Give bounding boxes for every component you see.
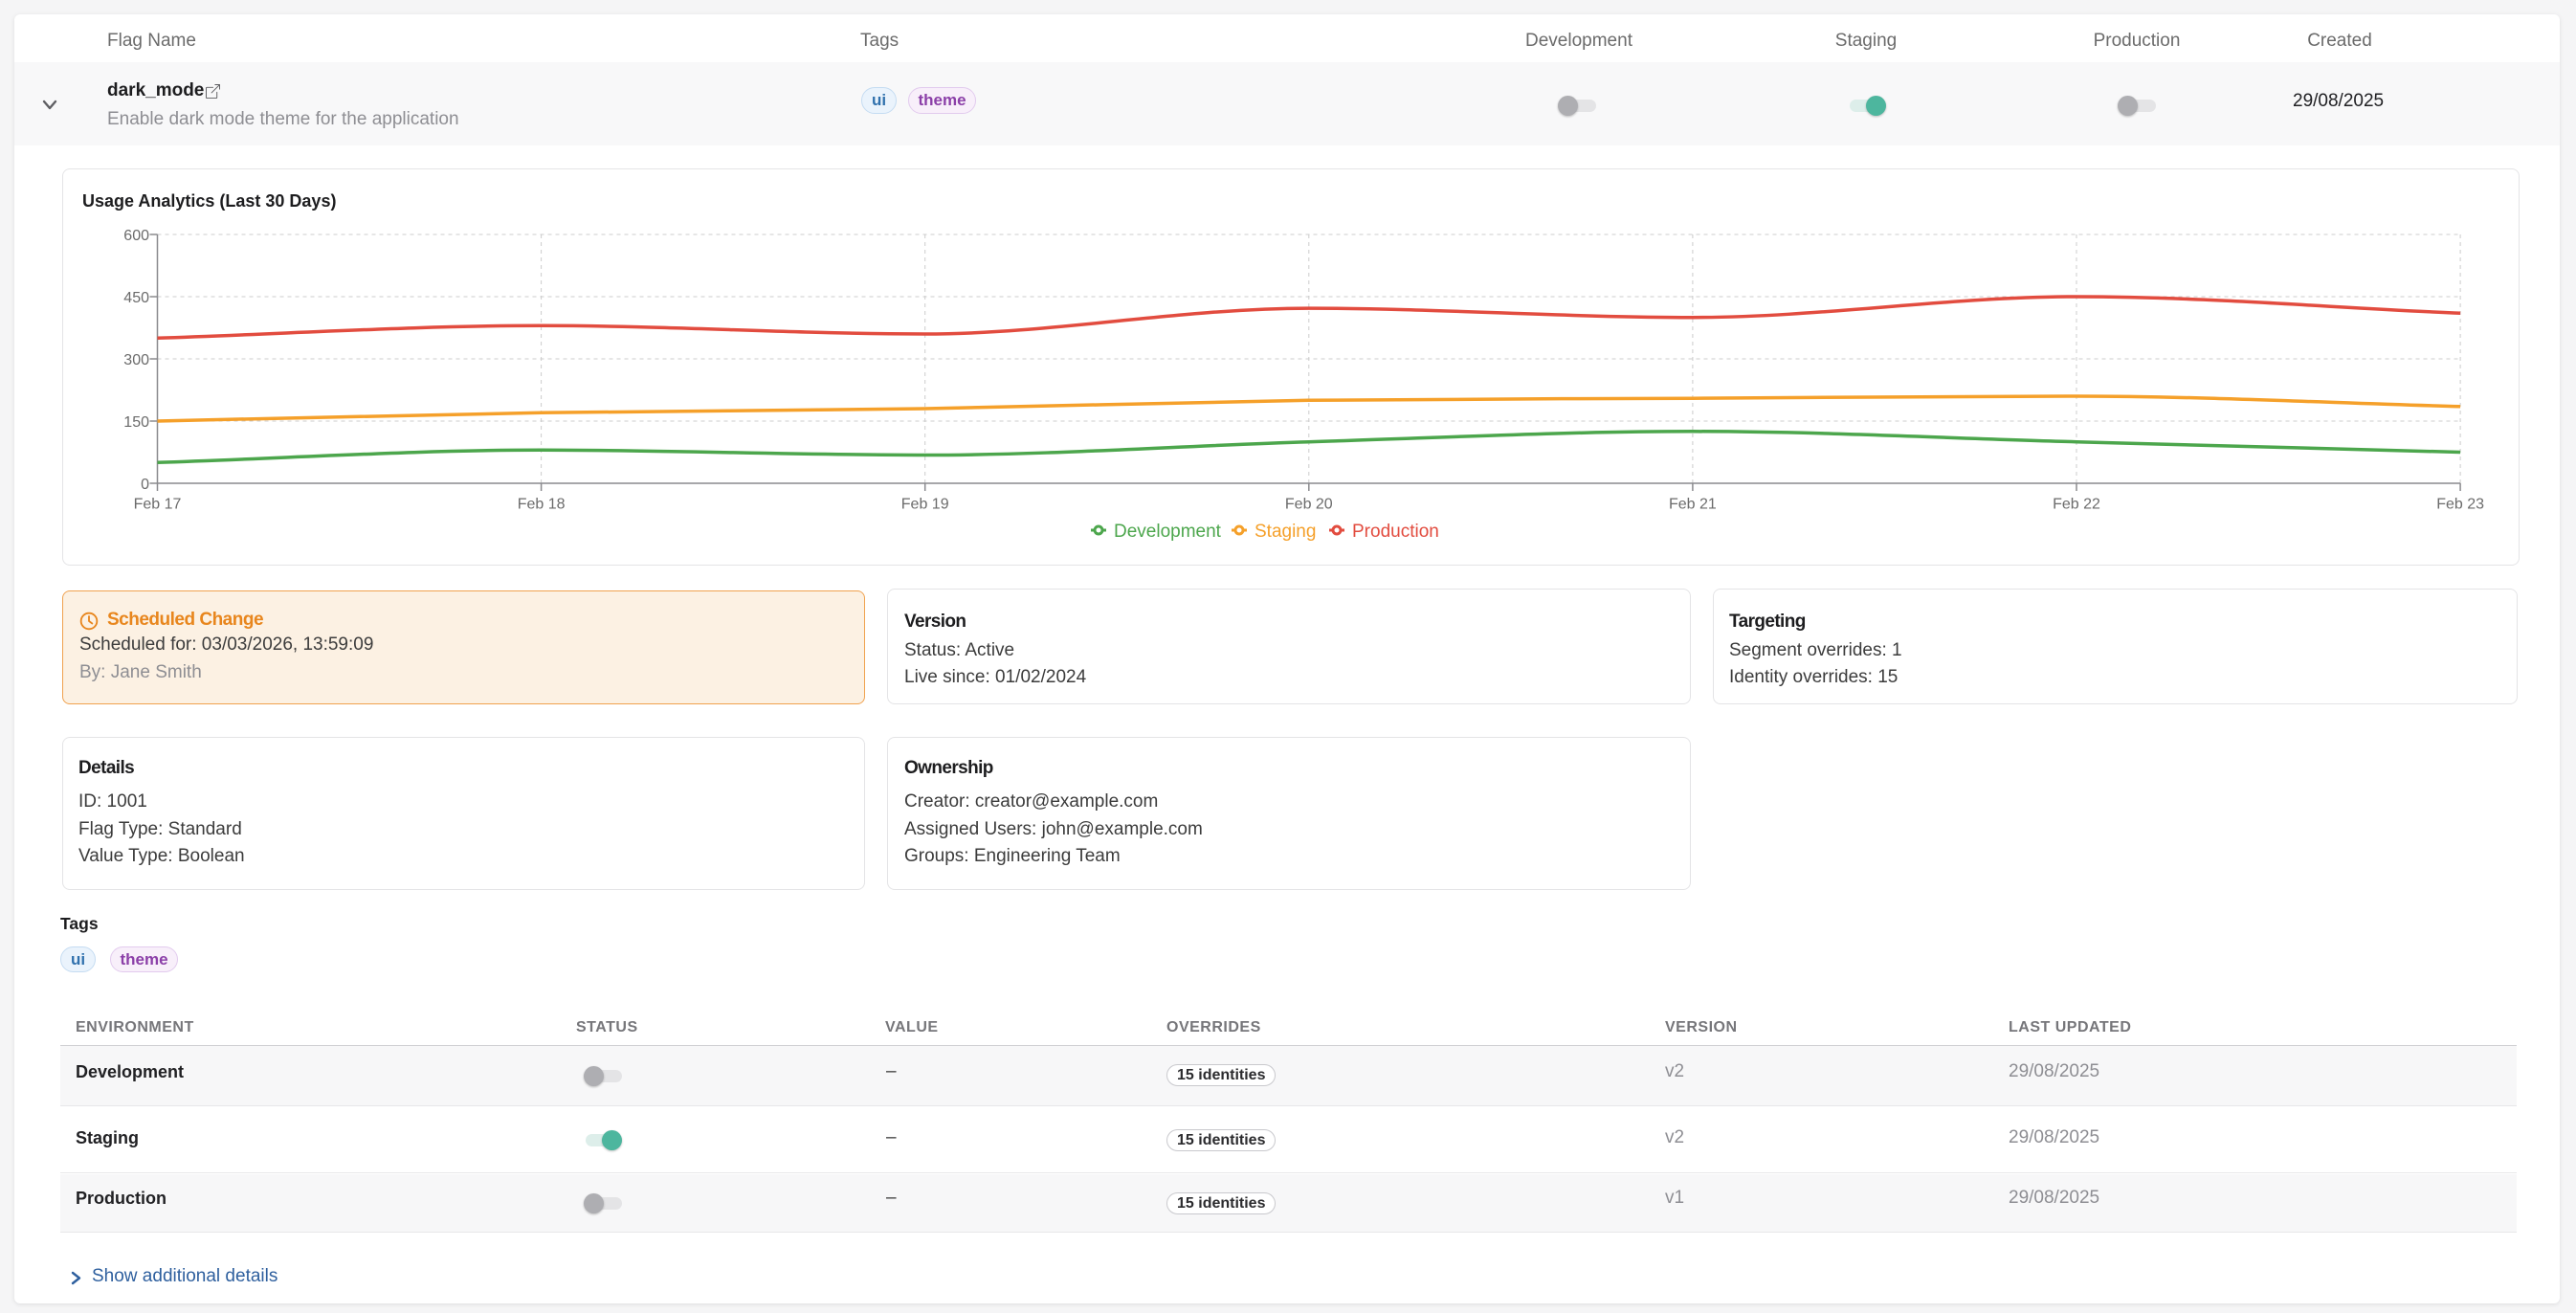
svg-text:Feb 18: Feb 18 — [518, 497, 566, 513]
svg-text:Feb 21: Feb 21 — [1669, 497, 1717, 513]
svg-text:0: 0 — [141, 477, 149, 493]
svg-text:Production: Production — [1352, 522, 1439, 542]
svg-text:300: 300 — [123, 352, 149, 368]
svg-text:Development: Development — [1114, 522, 1222, 542]
svg-text:450: 450 — [123, 290, 149, 306]
svg-text:Staging: Staging — [1255, 522, 1316, 542]
svg-text:600: 600 — [123, 228, 149, 244]
svg-text:150: 150 — [123, 414, 149, 431]
svg-text:Feb 23: Feb 23 — [2436, 497, 2484, 513]
svg-text:Feb 22: Feb 22 — [2053, 497, 2100, 513]
svg-text:Feb 20: Feb 20 — [1285, 497, 1333, 513]
svg-text:Feb 19: Feb 19 — [901, 497, 949, 513]
svg-text:Feb 17: Feb 17 — [134, 497, 182, 513]
